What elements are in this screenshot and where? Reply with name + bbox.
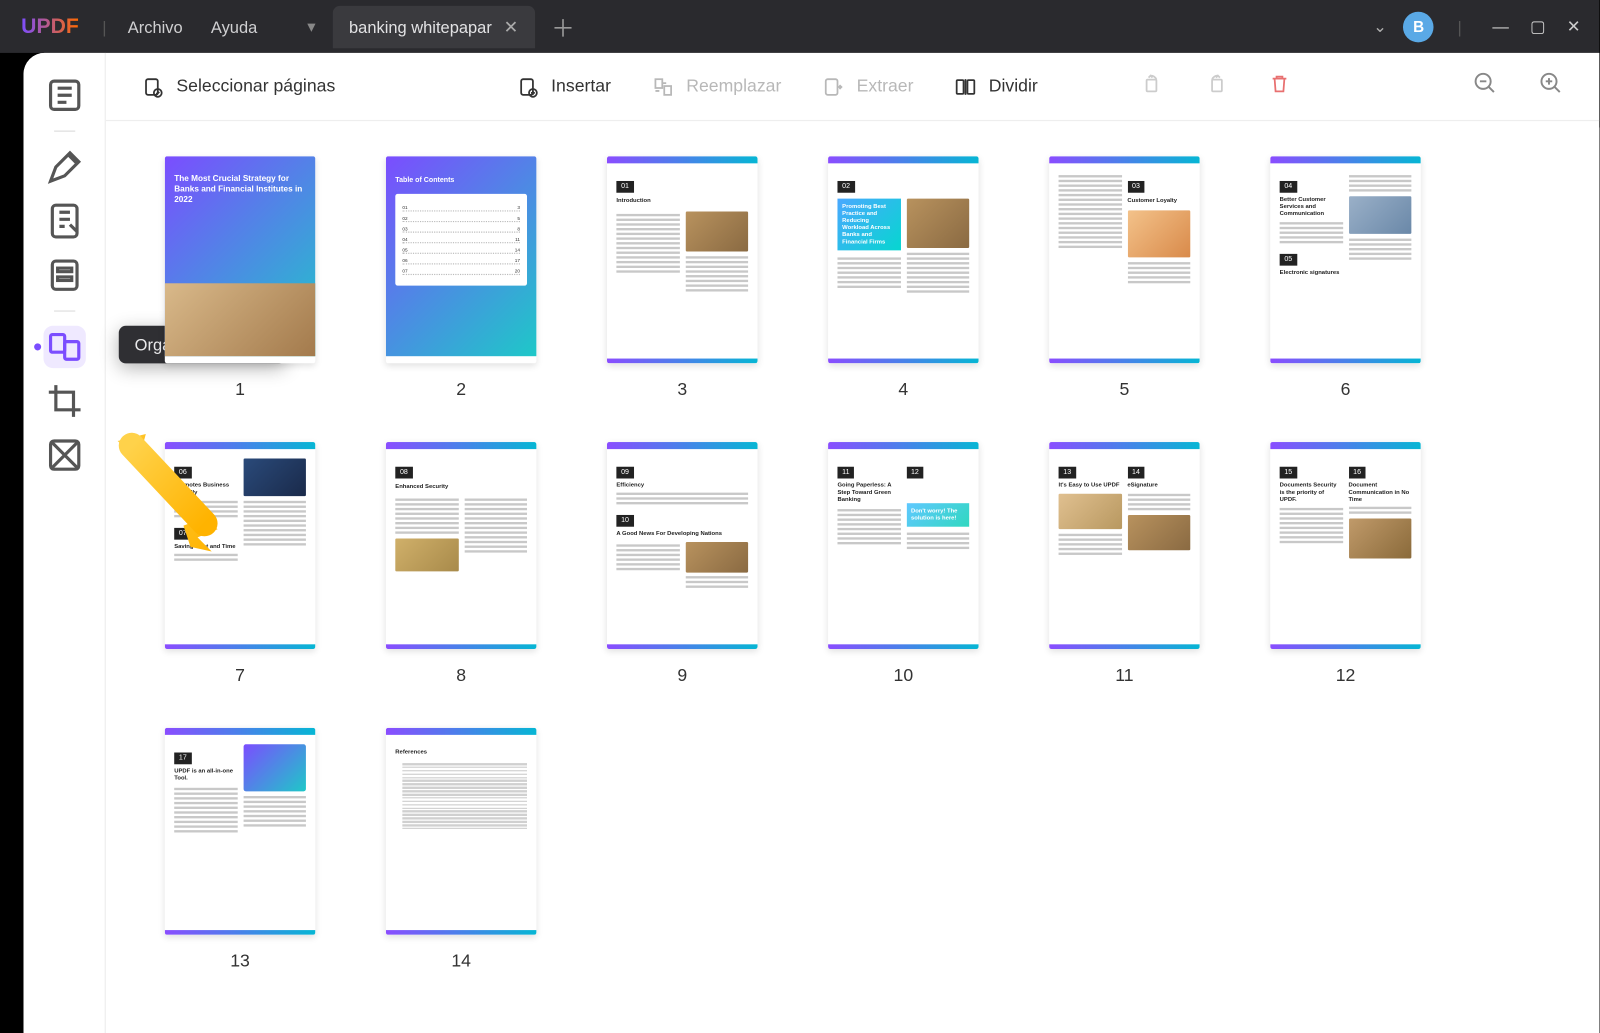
replace-label: Reemplazar bbox=[686, 76, 781, 96]
sidebar-item-organize: Organizar páginas bbox=[43, 326, 85, 368]
toolbar: Seleccionar páginas Insertar Reemplazar … bbox=[106, 53, 1600, 121]
thumb-4: 02 Promoting Best Practice and Reducing … bbox=[828, 156, 979, 363]
sidebar: Organizar páginas bbox=[24, 53, 106, 1033]
page-thumb[interactable]: Table of Contents 013 025 038 0411 0514 … bbox=[386, 156, 537, 399]
page-grid: The Most Crucial Strategy for Banks and … bbox=[106, 121, 1600, 1033]
titlebar: UPDF | Archivo Ayuda ▾ banking whitepapa… bbox=[0, 0, 1599, 53]
thumb-3: 01 Introduction bbox=[607, 156, 758, 363]
select-pages-label: Seleccionar páginas bbox=[176, 76, 335, 96]
new-tab-button[interactable]: ＋ bbox=[551, 9, 575, 43]
divider: | bbox=[1458, 17, 1462, 36]
page-number: 2 bbox=[456, 380, 466, 400]
page-thumb[interactable]: 02 Promoting Best Practice and Reducing … bbox=[828, 156, 979, 399]
comment-tool-icon[interactable] bbox=[43, 146, 85, 188]
menu-file[interactable]: Archivo bbox=[128, 17, 183, 36]
page-number: 12 bbox=[1336, 666, 1356, 686]
page-number: 10 bbox=[893, 666, 913, 686]
divider: | bbox=[102, 17, 106, 36]
account-chevron-icon[interactable]: ⌄ bbox=[1373, 16, 1387, 36]
replace-button[interactable]: Reemplazar bbox=[651, 75, 781, 99]
page-number: 8 bbox=[456, 666, 466, 686]
zoom-out-icon[interactable] bbox=[1472, 71, 1498, 103]
page-number: 6 bbox=[1340, 380, 1350, 400]
page-number: 7 bbox=[235, 666, 245, 686]
minimize-icon[interactable]: — bbox=[1492, 16, 1508, 36]
thumb-12: 15 Documents Security is the priority of… bbox=[1270, 442, 1421, 649]
active-indicator bbox=[34, 343, 41, 350]
page-thumb[interactable]: 04 Better Customer Services and Communic… bbox=[1270, 156, 1421, 399]
thumb-6: 04 Better Customer Services and Communic… bbox=[1270, 156, 1421, 363]
page-number: 1 bbox=[235, 380, 245, 400]
avatar[interactable]: B bbox=[1403, 11, 1434, 42]
maximize-icon[interactable]: ▢ bbox=[1530, 16, 1546, 36]
tab-document[interactable]: banking whitepapar ✕ bbox=[333, 5, 535, 47]
organize-pages-icon[interactable] bbox=[43, 326, 85, 368]
page-thumb[interactable]: 03 Customer Loyalty 5 bbox=[1049, 156, 1200, 399]
page-thumb[interactable]: 09 Efficiency 10 A Good News For Develop… bbox=[607, 442, 758, 685]
tab-close-icon[interactable]: ✕ bbox=[504, 16, 519, 37]
page-thumb[interactable]: 15 Documents Security is the priority of… bbox=[1270, 442, 1421, 685]
page-thumb[interactable]: 13 It's Easy to Use UPDF 14 eSignature bbox=[1049, 442, 1200, 685]
page-thumb[interactable]: 06 Promotes Business Globally 07 Saving … bbox=[165, 442, 316, 685]
watermark-tool-icon[interactable] bbox=[43, 434, 85, 476]
page-thumb[interactable]: The Most Crucial Strategy for Banks and … bbox=[165, 156, 316, 399]
page-number: 3 bbox=[677, 380, 687, 400]
thumb-13: 17 UPDF is an all-in-one Tool. bbox=[165, 728, 316, 935]
reader-mode-icon[interactable] bbox=[43, 74, 85, 116]
thumb-10: 11 Going Paperless: A Step Toward Green … bbox=[828, 442, 979, 649]
edit-tool-icon[interactable] bbox=[43, 200, 85, 242]
sidebar-separator bbox=[54, 310, 75, 311]
delete-icon[interactable] bbox=[1268, 72, 1292, 101]
thumb-9: 09 Efficiency 10 A Good News For Develop… bbox=[607, 442, 758, 649]
main: Seleccionar páginas Insertar Reemplazar … bbox=[106, 53, 1600, 1033]
thumb-8: 08 Enhanced Security bbox=[386, 442, 537, 649]
extract-button[interactable]: Extraer bbox=[821, 75, 913, 99]
select-pages-button[interactable]: Seleccionar páginas bbox=[141, 75, 335, 99]
page-thumb[interactable]: 17 UPDF is an all-in-one Tool. bbox=[165, 728, 316, 971]
page-number: 4 bbox=[898, 380, 908, 400]
close-icon[interactable]: ✕ bbox=[1567, 16, 1581, 36]
split-label: Dividir bbox=[989, 76, 1038, 96]
zoom-in-icon[interactable] bbox=[1538, 71, 1564, 103]
insert-label: Insertar bbox=[551, 76, 611, 96]
page-number: 9 bbox=[677, 666, 687, 686]
window-controls: — ▢ ✕ bbox=[1492, 16, 1580, 36]
page-number: 13 bbox=[230, 951, 250, 971]
page-thumb[interactable]: 11 Going Paperless: A Step Toward Green … bbox=[828, 442, 979, 685]
page-number: 14 bbox=[451, 951, 471, 971]
sidebar-separator bbox=[54, 131, 75, 132]
app-body: Organizar páginas Seleccionar páginas In… bbox=[24, 53, 1600, 1033]
page-number: 5 bbox=[1119, 380, 1129, 400]
thumb1-title: The Most Crucial Strategy for Banks and … bbox=[174, 175, 306, 206]
thumb-2: Table of Contents 013 025 038 0411 0514 … bbox=[386, 156, 537, 363]
page-thumb[interactable]: 01 Introduction 3 bbox=[607, 156, 758, 399]
tabstrip: ▾ banking whitepapar ✕ ＋ bbox=[295, 0, 575, 53]
titlebar-right: ⌄ B | — ▢ ✕ bbox=[1373, 11, 1599, 42]
thumb-5: 03 Customer Loyalty bbox=[1049, 156, 1200, 363]
rotate-right-icon[interactable] bbox=[1205, 72, 1229, 101]
form-tool-icon[interactable] bbox=[43, 254, 85, 296]
thumb-11: 13 It's Easy to Use UPDF 14 eSignature bbox=[1049, 442, 1200, 649]
tab-dropdown-icon[interactable]: ▾ bbox=[295, 10, 328, 43]
grid-row: The Most Crucial Strategy for Banks and … bbox=[165, 156, 1541, 399]
page-number: 11 bbox=[1115, 666, 1133, 686]
thumb-7: 06 Promotes Business Globally 07 Saving … bbox=[165, 442, 316, 649]
page-thumb[interactable]: 08 Enhanced Security 8 bbox=[386, 442, 537, 685]
split-button[interactable]: Dividir bbox=[953, 75, 1037, 99]
thumb-14: References bbox=[386, 728, 537, 935]
crop-tool-icon[interactable] bbox=[43, 380, 85, 422]
insert-button[interactable]: Insertar bbox=[516, 75, 611, 99]
page-thumb[interactable]: References 14 bbox=[386, 728, 537, 971]
extract-label: Extraer bbox=[857, 76, 914, 96]
thumb2-title: Table of Contents bbox=[395, 178, 527, 185]
grid-row: 06 Promotes Business Globally 07 Saving … bbox=[165, 442, 1541, 685]
thumb-1: The Most Crucial Strategy for Banks and … bbox=[165, 156, 316, 363]
grid-row: 17 UPDF is an all-in-one Tool. bbox=[165, 728, 1541, 971]
menu-help[interactable]: Ayuda bbox=[211, 17, 257, 36]
app-logo: UPDF bbox=[21, 14, 79, 39]
tab-title: banking whitepapar bbox=[349, 17, 492, 36]
rotate-left-icon[interactable] bbox=[1141, 72, 1165, 101]
